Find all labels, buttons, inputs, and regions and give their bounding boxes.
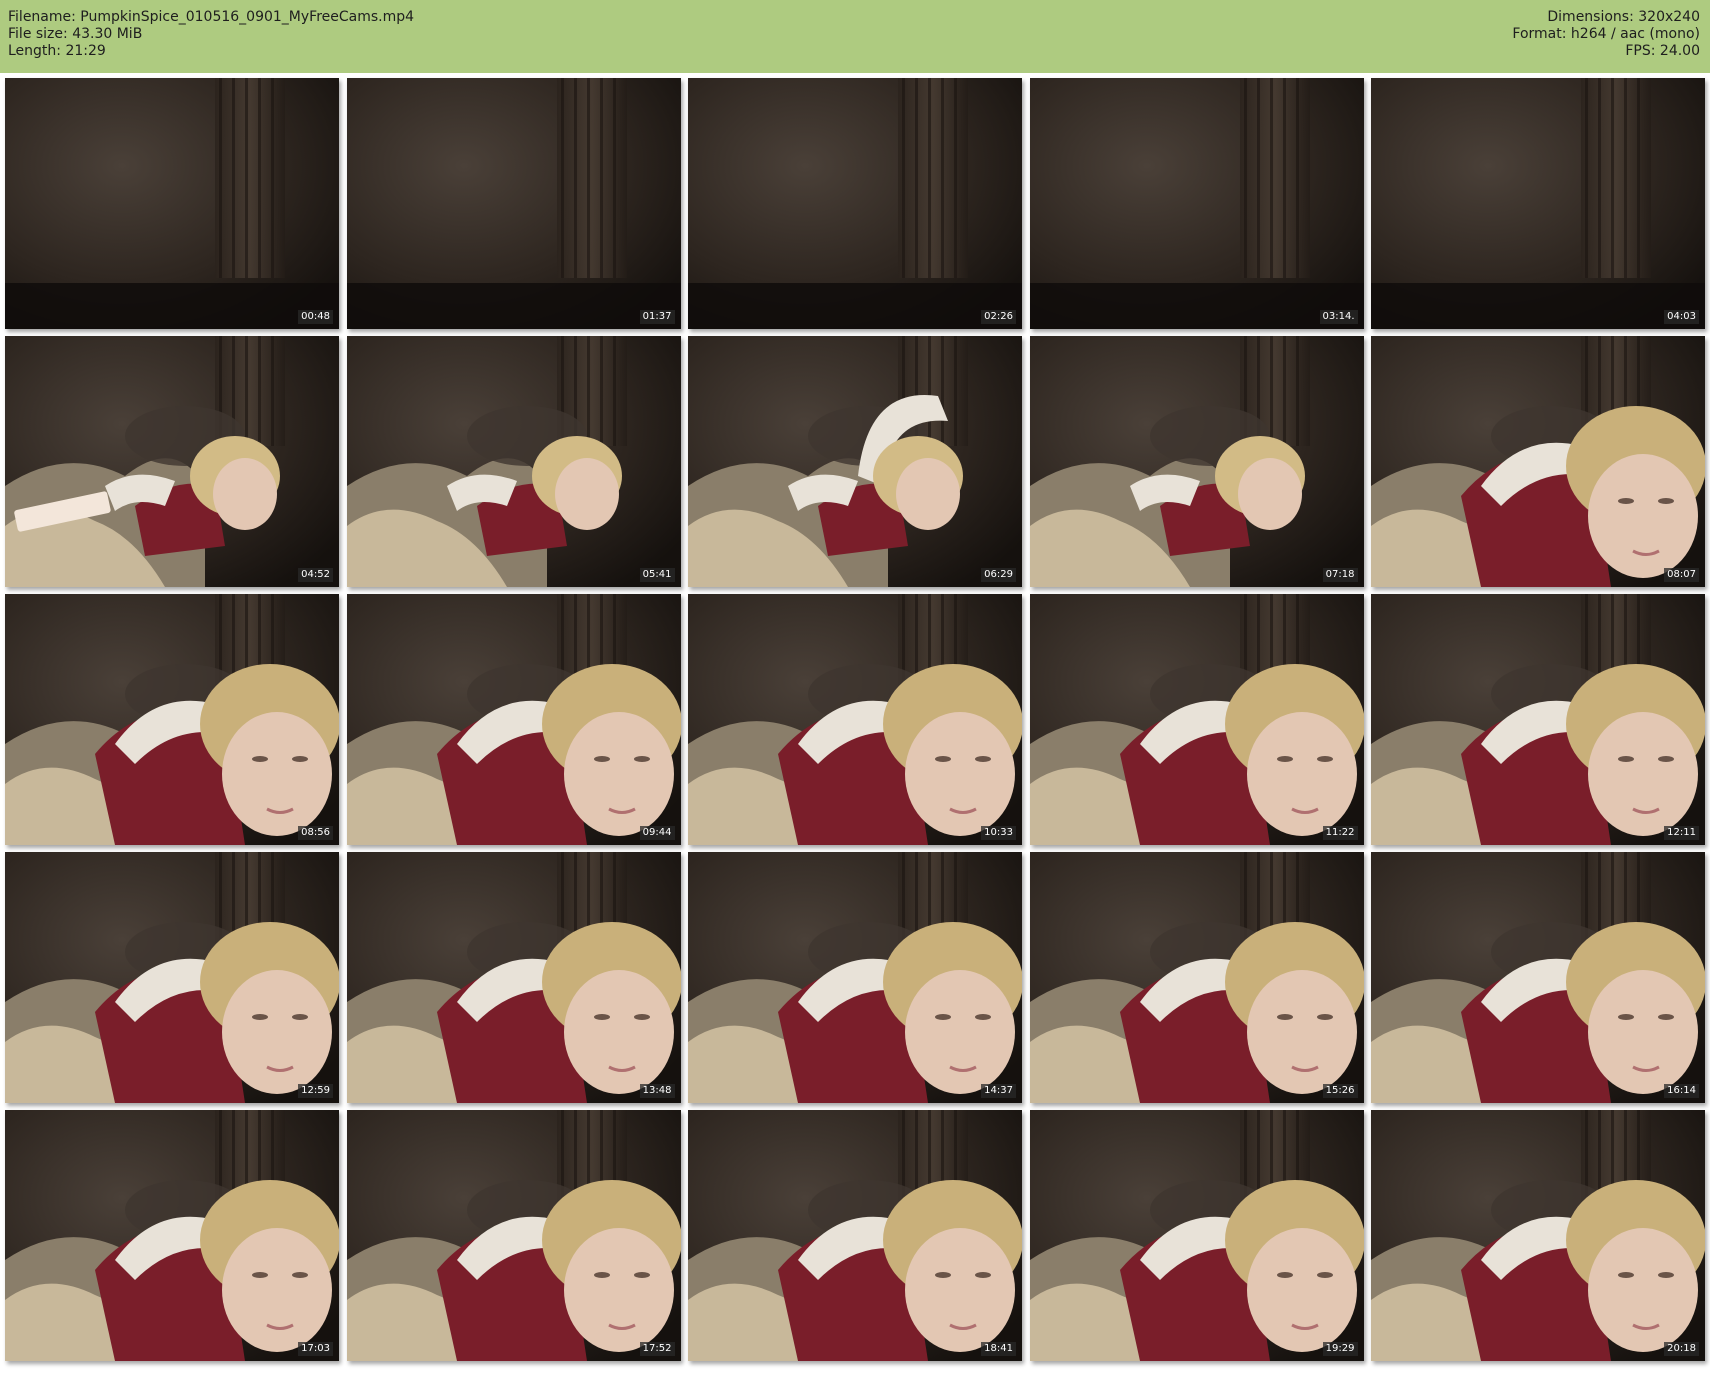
video-thumbnail: 10:33 (688, 594, 1022, 845)
filename-label: Filename: PumpkinSpice_010516_0901_MyFre… (8, 9, 415, 25)
video-thumbnail: 12:11 (1371, 594, 1705, 845)
dimensions-label: Dimensions: 320x240 (1547, 9, 1700, 25)
thumbnail-timestamp: 07:18 (1322, 568, 1358, 582)
video-thumbnail: 12:59 (5, 852, 339, 1103)
video-thumbnail: 04:03 (1371, 78, 1705, 329)
video-thumbnail: 13:48 (346, 852, 681, 1103)
video-thumbnail: 17:52 (346, 1110, 681, 1361)
video-thumbnail: 17:03 (5, 1110, 339, 1361)
video-thumbnail: 08:56 (5, 594, 339, 845)
thumbnail-timestamp: 04:52 (298, 568, 333, 582)
video-thumbnail: 15:26 (1029, 852, 1364, 1103)
thumbnail-timestamp: 03:14. (1319, 310, 1358, 324)
video-thumbnail: 19:29 (1029, 1110, 1364, 1361)
fps-label: FPS: 24.00 (1625, 43, 1700, 59)
thumbnail-timestamp: 01:37 (639, 310, 675, 324)
thumbnail-timestamp: 17:52 (639, 1342, 675, 1356)
thumbnail-timestamp: 14:37 (981, 1084, 1016, 1098)
thumbnail-timestamp: 06:29 (981, 568, 1016, 582)
thumbnail-timestamp: 17:03 (298, 1342, 333, 1356)
thumbnail-timestamp: 09:44 (639, 826, 675, 840)
video-thumbnail: 11:22 (1029, 594, 1364, 845)
thumbnail-timestamp: 18:41 (981, 1342, 1016, 1356)
thumbnail-timestamp: 11:22 (1322, 826, 1358, 840)
thumbnail-timestamp: 13:48 (639, 1084, 675, 1098)
thumbnail-timestamp: 12:11 (1664, 826, 1699, 840)
file-info: Filename: PumpkinSpice_010516_0901_MyFre… (8, 9, 414, 60)
format-label: Format: h264 / aac (mono) (1512, 26, 1700, 42)
thumbnail-timestamp: 12:59 (298, 1084, 333, 1098)
video-thumbnail: 18:41 (688, 1110, 1022, 1361)
thumbnail-timestamp: 20:18 (1664, 1342, 1699, 1356)
thumbnail-timestamp: 08:07 (1664, 568, 1699, 582)
video-thumbnail: 05:41 (346, 336, 681, 587)
video-thumbnail: 03:14. (1029, 78, 1364, 329)
thumbnail-timestamp: 15:26 (1322, 1084, 1358, 1098)
format-info: Dimensions: 320x240 Format: h264 / aac (… (1512, 9, 1700, 60)
file-size-label: File size: 43.30 MiB (8, 26, 143, 42)
video-thumbnail: 09:44 (346, 594, 681, 845)
thumbnail-timestamp: 10:33 (981, 826, 1016, 840)
thumbnail-timestamp: 19:29 (1322, 1342, 1358, 1356)
thumbnail-timestamp: 16:14 (1664, 1084, 1699, 1098)
video-thumbnail: 01:37 (346, 78, 681, 329)
video-thumbnail: 08:07 (1371, 336, 1705, 587)
length-label: Length: 21:29 (8, 43, 106, 59)
video-thumbnail: 16:14 (1371, 852, 1705, 1103)
thumbnail-timestamp: 02:26 (981, 310, 1016, 324)
video-thumbnail: 00:48 (5, 78, 339, 329)
thumbnail-timestamp: 08:56 (298, 826, 333, 840)
video-thumbnail: 04:52 (5, 336, 339, 587)
video-thumbnail: 20:18 (1371, 1110, 1705, 1361)
video-thumbnail: 14:37 (688, 852, 1022, 1103)
thumbnail-timestamp: 04:03 (1664, 310, 1699, 324)
video-thumbnail: 06:29 (688, 336, 1022, 587)
thumbnail-timestamp: 05:41 (639, 568, 675, 582)
video-thumbnail: 02:26 (688, 78, 1022, 329)
video-thumbnail: 07:18 (1029, 336, 1364, 587)
thumbnail-timestamp: 00:48 (298, 310, 333, 324)
info-header: Filename: PumpkinSpice_010516_0901_MyFre… (0, 0, 1710, 73)
